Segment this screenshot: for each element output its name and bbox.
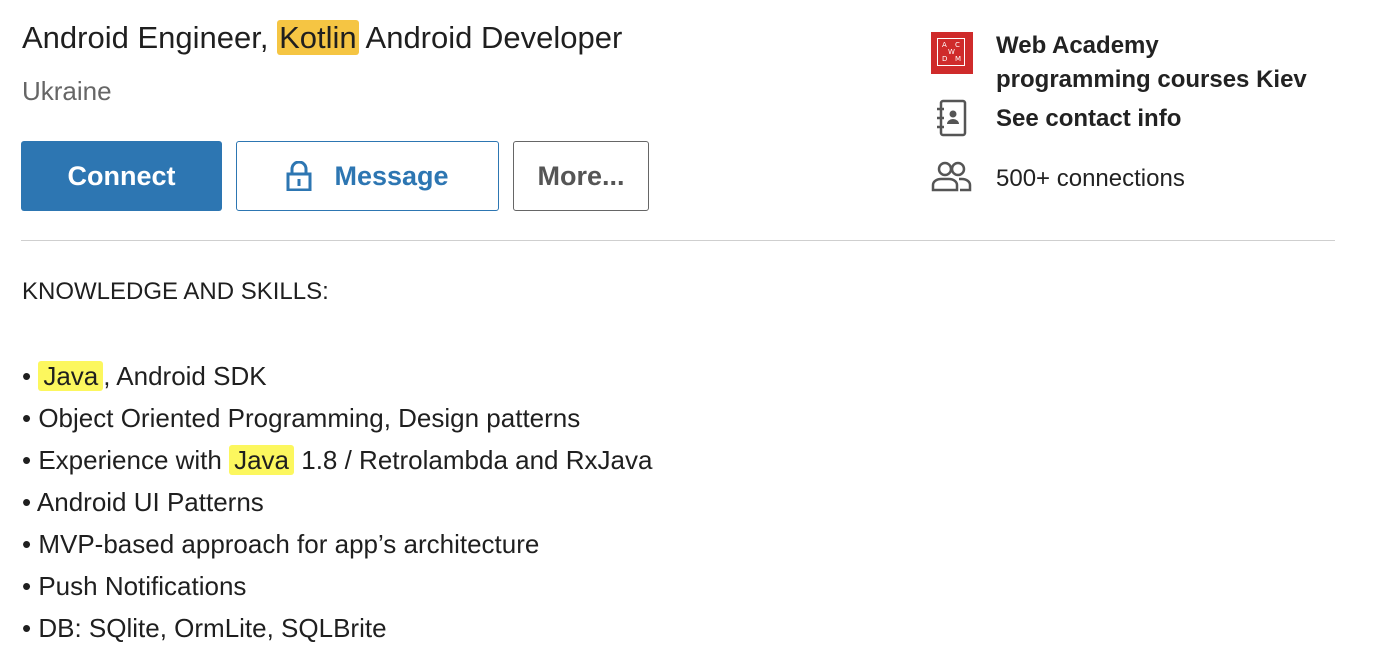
more-button[interactable]: More... [513, 141, 649, 211]
contact-info-link[interactable]: See contact info [996, 102, 1181, 136]
section-divider [21, 240, 1335, 241]
school-item[interactable]: A C W D M Web Academy programming course… [930, 29, 1307, 97]
more-button-label: More... [537, 160, 625, 191]
headline-highlight: Kotlin [277, 20, 359, 55]
contact-info-item[interactable]: See contact info [930, 99, 1181, 140]
connect-button[interactable]: Connect [21, 141, 222, 211]
search-highlight: Java [229, 445, 295, 475]
list-item: • MVP-based approach for app’s architect… [22, 529, 540, 559]
message-button-label: Message [334, 160, 449, 191]
list-item: • Push Notifications [22, 571, 247, 601]
message-button[interactable]: Message [236, 141, 499, 211]
connections-count: 500+ connections [996, 165, 1185, 192]
list-item: • Experience with Java 1.8 / Retrolambda… [22, 445, 653, 475]
contact-book-icon [930, 96, 974, 140]
school-name[interactable]: Web Academy programming courses Kiev [996, 29, 1307, 97]
list-item: • Java, Android SDK [22, 361, 267, 391]
about-heading: KNOWLEDGE AND SKILLS: [22, 278, 329, 305]
school-logo: A C W D M [930, 31, 974, 75]
search-highlight: Java [38, 361, 104, 391]
school-name-line1: Web Academy [996, 32, 1159, 59]
list-item: • DB: SQlite, OrmLite, SQLBrite [22, 613, 387, 643]
headline-text-1: Android Engineer, [22, 20, 278, 55]
connections-item: 500+ connections [930, 161, 1185, 198]
profile-location: Ukraine [22, 76, 112, 106]
list-item: • Android UI Patterns [22, 487, 264, 517]
connect-button-label: Connect [67, 160, 176, 191]
skills-list: • Java, Android SDK • Object Oriented Pr… [22, 355, 652, 649]
people-icon [930, 154, 974, 198]
profile-headline: Android Engineer, Kotlin Android Develop… [22, 20, 622, 56]
school-name-line2: programming courses Kiev [996, 66, 1307, 93]
lock-icon [286, 161, 334, 191]
list-item: • Object Oriented Programming, Design pa… [22, 403, 581, 433]
headline-text-2: Android Developer [358, 20, 623, 55]
